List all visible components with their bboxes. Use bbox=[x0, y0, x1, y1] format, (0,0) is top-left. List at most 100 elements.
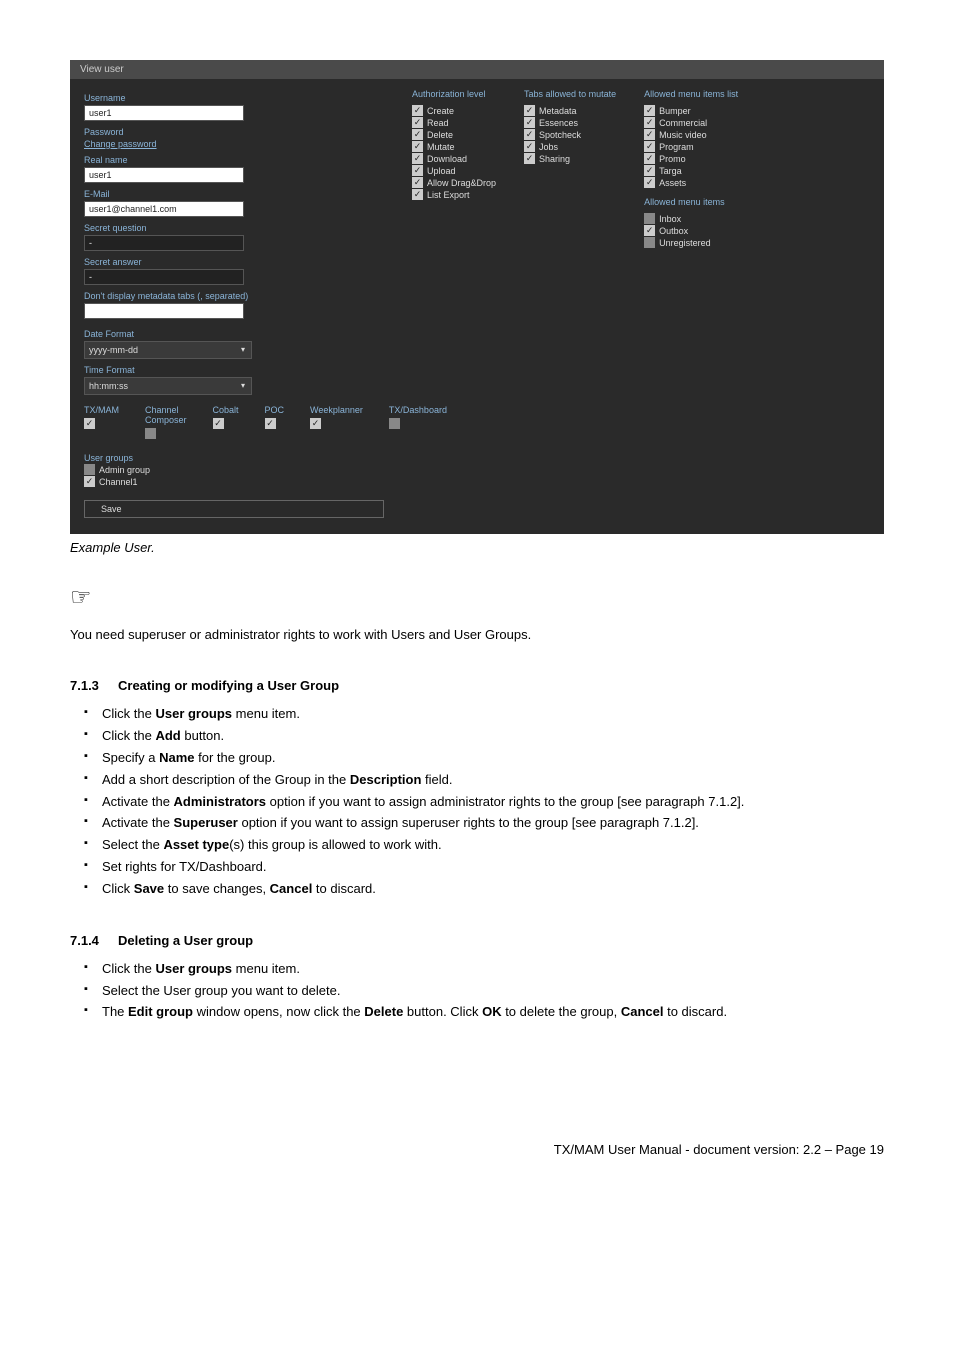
checkbox-icon[interactable]: ✓ bbox=[524, 117, 535, 128]
checkbox-label: Program bbox=[659, 142, 694, 152]
checkbox-icon[interactable]: ✓ bbox=[644, 165, 655, 176]
checkbox-icon[interactable]: ✓ bbox=[644, 225, 655, 236]
checkbox-row[interactable]: ✓Read bbox=[412, 117, 496, 128]
checkbox-row[interactable]: ✓Jobs bbox=[524, 141, 616, 152]
input-username[interactable]: user1 bbox=[84, 105, 244, 121]
heading-auth: Authorization level bbox=[412, 89, 496, 99]
checkbox-icon[interactable]: ✓ bbox=[412, 153, 423, 164]
window-title: View user bbox=[70, 60, 884, 79]
checkbox-icon[interactable]: ✓ bbox=[524, 105, 535, 116]
input-email[interactable]: user1@channel1.com bbox=[84, 201, 244, 217]
note-text: You need superuser or administrator righ… bbox=[70, 626, 884, 644]
app-name: Channel Composer bbox=[145, 405, 187, 425]
select-time-format[interactable]: hh:mm:ss bbox=[84, 377, 252, 395]
label-realname: Real name bbox=[84, 155, 384, 165]
checkbox-icon[interactable]: ✓ bbox=[644, 117, 655, 128]
app-checkbox[interactable]: ✓ bbox=[389, 418, 400, 429]
heading-714: 7.1.4Deleting a User group bbox=[70, 933, 884, 948]
heading-menuitems: Allowed menu items bbox=[644, 197, 738, 207]
checkbox-icon[interactable]: ✓ bbox=[644, 105, 655, 116]
checkbox-row[interactable]: ✓Promo bbox=[644, 153, 738, 164]
checkbox-icon[interactable]: ✓ bbox=[84, 476, 95, 487]
checkbox-icon[interactable]: ✓ bbox=[412, 141, 423, 152]
list-item: Click the Add button. bbox=[70, 727, 884, 746]
checkbox-row[interactable]: ✓Download bbox=[412, 153, 496, 164]
checkbox-row[interactable]: ✓ Sharing bbox=[524, 153, 616, 164]
checkbox-row[interactable]: ✓ Program bbox=[644, 141, 738, 152]
input-secret-answer[interactable]: - bbox=[84, 269, 244, 285]
checkbox-row[interactable]: ✓Targa bbox=[644, 165, 738, 176]
checkbox-row[interactable]: ✓ Essences bbox=[524, 117, 616, 128]
checkbox-icon[interactable]: ✓ bbox=[412, 189, 423, 200]
checkbox-icon[interactable]: ✓ bbox=[412, 165, 423, 176]
checkbox-label: Inbox bbox=[659, 214, 681, 224]
checkbox-icon[interactable]: ✓ bbox=[644, 141, 655, 152]
checkbox-label: Admin group bbox=[99, 465, 150, 475]
list-item: Select the Asset type(s) this group is a… bbox=[70, 836, 884, 855]
app-checkbox[interactable]: ✓ bbox=[310, 418, 321, 429]
checkbox-icon[interactable]: ✓ bbox=[412, 129, 423, 140]
label-dont-display: Don't display metadata tabs (, separated… bbox=[84, 291, 384, 301]
checkbox-label: Allow Drag&Drop bbox=[427, 178, 496, 188]
checkbox-row[interactable]: ✓ Mutate bbox=[412, 141, 496, 152]
app-name: Cobalt bbox=[213, 405, 239, 415]
checkbox-icon[interactable]: ✓ bbox=[644, 177, 655, 188]
list-item: Activate the Superuser option if you wan… bbox=[70, 814, 884, 833]
checkbox-label: Create bbox=[427, 106, 454, 116]
checkbox-icon[interactable]: ✓ bbox=[412, 117, 423, 128]
checkbox-row[interactable]: ✓Commercial bbox=[644, 117, 738, 128]
checkbox-row[interactable]: ✓Delete bbox=[412, 129, 496, 140]
select-date-format[interactable]: yyyy-mm-dd bbox=[84, 341, 252, 359]
label-email: E-Mail bbox=[84, 189, 384, 199]
checkbox-row[interactable]: ✓Metadata bbox=[524, 105, 616, 116]
list-item: Specify a Name for the group. bbox=[70, 749, 884, 768]
app-checkbox[interactable]: ✓ bbox=[213, 418, 224, 429]
input-secret-question[interactable]: - bbox=[84, 235, 244, 251]
checkbox-row[interactable]: ✓Music video bbox=[644, 129, 738, 140]
checkbox-row[interactable]: ✓Bumper bbox=[644, 105, 738, 116]
label-username: Username bbox=[84, 93, 384, 103]
checkbox-icon[interactable]: ✓ bbox=[412, 177, 423, 188]
input-realname[interactable]: user1 bbox=[84, 167, 244, 183]
checkbox-icon[interactable]: ✓ bbox=[84, 464, 95, 475]
checkbox-icon[interactable]: ✓ bbox=[524, 129, 535, 140]
checkbox-icon[interactable]: ✓ bbox=[524, 141, 535, 152]
checkbox-row[interactable]: ✓Outbox bbox=[644, 225, 738, 236]
checkbox-row[interactable]: ✓ Admin group bbox=[84, 464, 384, 475]
list-item: Click the User groups menu item. bbox=[70, 960, 884, 979]
save-button[interactable]: Save bbox=[84, 500, 384, 518]
checkbox-row[interactable]: ✓ Spotcheck bbox=[524, 129, 616, 140]
checkbox-icon[interactable]: ✓ bbox=[644, 153, 655, 164]
checkbox-icon[interactable]: ✓ bbox=[644, 237, 655, 248]
list-item: Click Save to save changes, Cancel to di… bbox=[70, 880, 884, 899]
checkbox-row[interactable]: ✓ Create bbox=[412, 105, 496, 116]
checkbox-row[interactable]: ✓ Allow Drag&Drop bbox=[412, 177, 496, 188]
app-checkbox[interactable]: ✓ bbox=[84, 418, 95, 429]
checkbox-row[interactable]: ✓Assets bbox=[644, 177, 738, 188]
app-checkbox[interactable]: ✓ bbox=[145, 428, 156, 439]
checkbox-icon[interactable]: ✓ bbox=[644, 129, 655, 140]
link-change-password[interactable]: Change password bbox=[84, 139, 384, 149]
checkbox-label: Upload bbox=[427, 166, 456, 176]
input-dont-display[interactable] bbox=[84, 303, 244, 319]
checkbox-row[interactable]: ✓ List Export bbox=[412, 189, 496, 200]
app-item: POC✓ bbox=[265, 405, 285, 439]
checkbox-icon[interactable]: ✓ bbox=[412, 105, 423, 116]
checkbox-label: Mutate bbox=[427, 142, 455, 152]
checkbox-label: Essences bbox=[539, 118, 578, 128]
checkbox-row[interactable]: ✓ Inbox bbox=[644, 213, 738, 224]
checkbox-row[interactable]: ✓ Unregistered bbox=[644, 237, 738, 248]
app-name: Weekplanner bbox=[310, 405, 363, 415]
checkbox-label: Unregistered bbox=[659, 238, 711, 248]
app-checkbox[interactable]: ✓ bbox=[265, 418, 276, 429]
heading-713: 7.1.3Creating or modifying a User Group bbox=[70, 678, 884, 693]
checkbox-icon[interactable]: ✓ bbox=[524, 153, 535, 164]
checkbox-row[interactable]: ✓ Upload bbox=[412, 165, 496, 176]
checkbox-label: Spotcheck bbox=[539, 130, 581, 140]
label-secret-question: Secret question bbox=[84, 223, 384, 233]
app-item: Cobalt ✓ bbox=[213, 405, 239, 439]
checkbox-label: Sharing bbox=[539, 154, 570, 164]
checkbox-row[interactable]: ✓Channel1 bbox=[84, 476, 384, 487]
checkbox-icon[interactable]: ✓ bbox=[644, 213, 655, 224]
checkbox-label: List Export bbox=[427, 190, 470, 200]
